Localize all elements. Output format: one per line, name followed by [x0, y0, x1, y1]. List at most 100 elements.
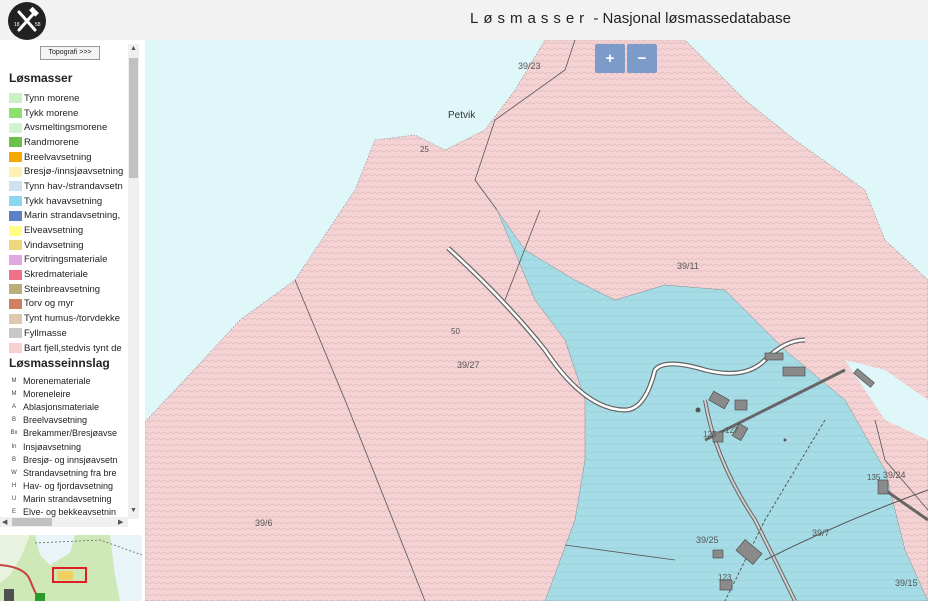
legend-item: Breelvavsetning — [9, 150, 127, 165]
losmasseinnslag-heading: Løsmasseinnslag — [9, 356, 110, 370]
innslag-code: W — [11, 469, 17, 476]
address-label: 135 — [867, 473, 881, 482]
legend-swatch — [9, 254, 22, 265]
overview-map[interactable] — [0, 535, 142, 601]
losmasser-legend: Tynn morene Tykk morene Avsmeltingsmorene R… — [9, 91, 127, 355]
parcel-label: 39/6 — [255, 518, 273, 528]
legend-swatch — [9, 343, 22, 354]
legend-label: Tynn hav-/strandavsetn — [24, 180, 123, 192]
legend-swatch — [9, 196, 22, 207]
parcel-label: 39/27 — [457, 360, 480, 370]
innslag-item: Bx Brekammer/Bresjøavse — [9, 427, 127, 440]
innslag-code: U — [11, 496, 17, 503]
innslag-label: Bresjø- og innsjøavsetn — [23, 454, 118, 465]
legend-item: Torv og myr — [9, 297, 127, 312]
app-header: 18 58 Løsmasser - Nasjonal løsmassedatab… — [0, 0, 928, 40]
legend-label: Tynt humus-/torvdekke — [24, 313, 121, 325]
innslag-item: U Marin strandavsetning — [9, 493, 127, 506]
innslag-code: A — [11, 403, 16, 410]
legend-label: Fyllmasse — [24, 327, 67, 339]
map-canvas[interactable] — [145, 40, 928, 601]
innslag-item: B Breelvavsetning — [9, 414, 127, 427]
legend-item: Tynn hav-/strandavsetn — [9, 179, 127, 194]
legend-swatch — [9, 240, 22, 251]
contour-label: 50 — [451, 327, 460, 336]
title-main: Løsmasser — [470, 10, 590, 27]
innslag-item: In Insjøavsetning — [9, 440, 127, 453]
legend-item: Tykk havavsetning — [9, 194, 127, 209]
innslag-label: Hav- og fjordavsetning — [23, 481, 114, 492]
innslag-label: Insjøavsetning — [23, 441, 82, 452]
legend-label: Randmorene — [24, 136, 79, 148]
legend-label: Avsmeltingsmorene — [24, 122, 108, 134]
legend-label: Forvitringsmateriale — [24, 254, 108, 266]
logo[interactable]: 18 58 — [8, 2, 46, 40]
legend-label: Torv og myr — [24, 298, 74, 310]
legend-swatch — [9, 108, 22, 119]
legend-item: Fyllmasse — [9, 326, 127, 341]
innslag-item: A Ablasjonsmateriale — [9, 400, 127, 413]
legend-label: Marin strandavsetning, — [24, 210, 121, 222]
legend-sidebar: Topografi >>> Løsmasser Tynn morene Tykk … — [0, 40, 145, 601]
legend-vertical-scrollbar[interactable]: ▲ ▼ — [128, 44, 139, 519]
scrollbar-thumb[interactable] — [12, 518, 52, 526]
legend-item: Tynn morene — [9, 91, 127, 106]
losmasseinnslag-legend: M Morenemateriale M Moreneleire A Ablasjonsma… — [9, 374, 127, 519]
legend-swatch — [9, 210, 22, 221]
legend-item: Marin strandavsetning, — [9, 209, 127, 224]
legend-swatch — [9, 269, 22, 280]
legend-swatch — [9, 181, 22, 192]
legend-item: Skredmateriale — [9, 267, 127, 282]
zoom-out-button[interactable]: − — [627, 44, 657, 73]
map-view[interactable]: + − Petvik 39/23 25 39/11 50 39/27 125 1… — [145, 40, 928, 601]
innslag-code: M — [11, 377, 17, 384]
legend-swatch — [9, 313, 22, 324]
legend-item: Randmorene — [9, 135, 127, 150]
innslag-code: B — [11, 456, 16, 463]
logo-text-right: 58 — [35, 22, 41, 28]
topography-button[interactable]: Topografi >>> — [40, 46, 100, 60]
scroll-right-icon[interactable]: ▶ — [118, 518, 123, 526]
legend-label: Skredmateriale — [24, 269, 88, 281]
legend-swatch — [9, 93, 22, 104]
legend-horizontal-scrollbar[interactable]: ◀ ▶ — [0, 517, 128, 527]
innslag-code: E — [11, 509, 16, 516]
innslag-label: Ablasjonsmateriale — [23, 401, 100, 412]
innslag-code: H — [11, 483, 17, 490]
parcel-label: 39/25 — [696, 535, 719, 545]
innslag-item: H Hav- og fjordavsetning — [9, 480, 127, 493]
innslag-item: B Bresjø- og innsjøavsetn — [9, 453, 127, 466]
legend-item: Forvitringsmateriale — [9, 253, 127, 268]
legend-label: Elveavsetning — [24, 225, 84, 237]
address-label: 127 — [725, 426, 739, 435]
legend-label: Breelvavsetning — [24, 151, 92, 163]
legend-label: Steinbreavsetning — [24, 283, 101, 295]
scroll-up-icon[interactable]: ▲ — [130, 45, 137, 52]
legend-swatch — [9, 225, 22, 236]
legend-item: Avsmeltingsmorene — [9, 120, 127, 135]
legend-swatch — [9, 298, 22, 309]
innslag-code: In — [11, 443, 17, 450]
legend-item: Bart fjell,stedvis tynt de — [9, 341, 127, 356]
scroll-left-icon[interactable]: ◀ — [2, 518, 7, 526]
legend-item: Bresjø-/innsjøavsetning — [9, 164, 127, 179]
innslag-code: B — [11, 417, 16, 424]
scroll-down-icon[interactable]: ▼ — [130, 507, 137, 514]
losmasser-heading: Løsmasser — [9, 71, 73, 85]
hammer-pick-icon: 18 58 — [9, 3, 45, 39]
legend-item: Tykk morene — [9, 106, 127, 121]
scrollbar-thumb[interactable] — [129, 58, 138, 178]
zoom-in-button[interactable]: + — [595, 44, 625, 73]
legend-item: Tynt humus-/torvdekke — [9, 311, 127, 326]
parcel-label: 39/23 — [518, 61, 541, 71]
innslag-label: Moreneleire — [23, 388, 71, 399]
innslag-item: W Strandavsetning fra bre — [9, 466, 127, 479]
legend-swatch — [9, 122, 22, 133]
legend-swatch — [9, 328, 22, 339]
innslag-code: M — [11, 390, 17, 397]
innslag-label: Marin strandavsetning — [23, 494, 112, 505]
innslag-item: M Morenemateriale — [9, 374, 127, 387]
parcel-label: 39/15 — [895, 578, 918, 588]
innslag-label: Brekammer/Bresjøavse — [23, 428, 118, 439]
address-label: 123 — [718, 573, 732, 582]
